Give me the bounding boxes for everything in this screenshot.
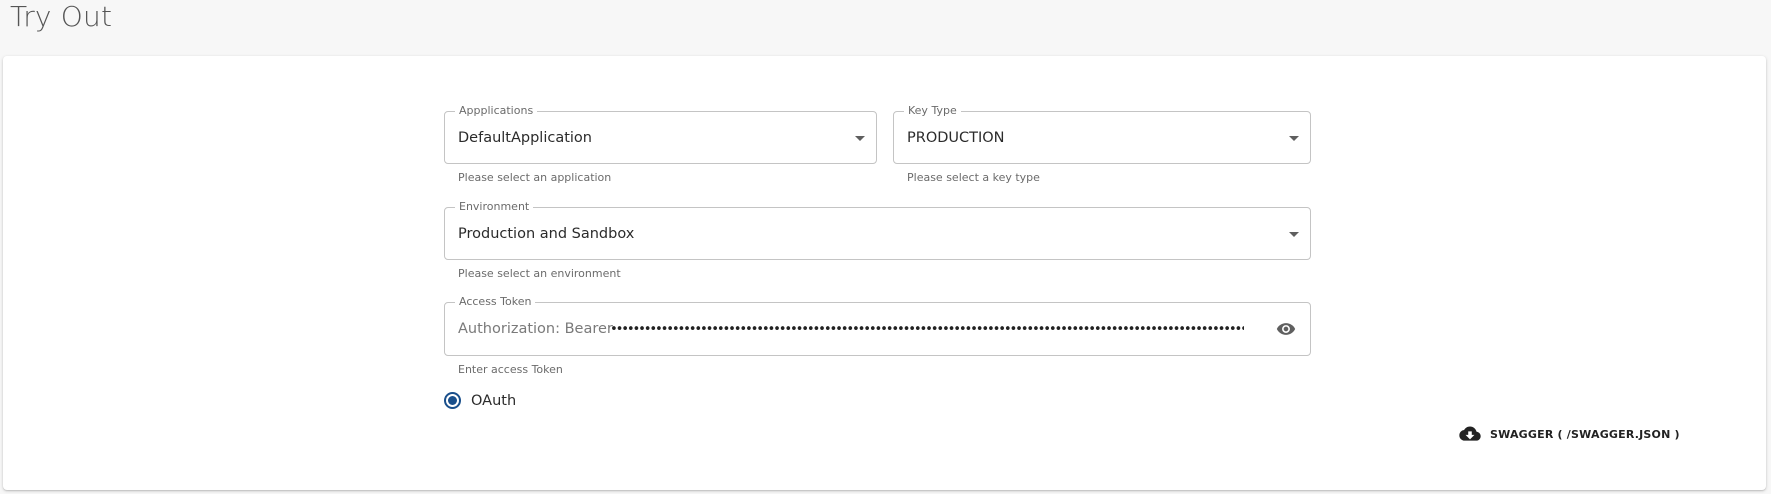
caret-down-icon[interactable]: [1289, 135, 1299, 141]
key-type-helper-text: Please select a key type: [907, 171, 1040, 184]
cloud-download-icon: [1459, 426, 1481, 442]
access-token-helper-text: Enter access Token: [458, 363, 563, 376]
eye-icon[interactable]: [1274, 319, 1298, 339]
swagger-download-button[interactable]: SWAGGER ( /SWAGGER.JSON ): [1459, 426, 1680, 442]
application-select[interactable]: Appplications DefaultApplication: [444, 104, 877, 164]
caret-down-icon[interactable]: [855, 135, 865, 141]
environment-select[interactable]: Environment Production and Sandbox: [444, 200, 1311, 260]
access-token-input[interactable]: ••••••••••••••••••••••••••••••••••••••••…: [610, 303, 1244, 355]
application-helper-text: Please select an application: [458, 171, 612, 184]
oauth-radio[interactable]: OAuth: [444, 392, 516, 409]
environment-select-value: Production and Sandbox: [458, 225, 635, 242]
page-title: Try Out: [10, 0, 113, 33]
oauth-radio-label: OAuth: [471, 392, 517, 409]
authorization-bearer-prefix: Authorization: Bearer: [458, 321, 613, 337]
radio-button-icon[interactable]: [444, 392, 461, 409]
access-token-field[interactable]: Access Token Authorization: Bearer •••••…: [444, 295, 1311, 356]
caret-down-icon[interactable]: [1289, 231, 1299, 237]
try-out-card: Appplications DefaultApplication Please …: [3, 56, 1766, 490]
environment-helper-text: Please select an environment: [458, 267, 621, 280]
radio-selected-dot: [448, 396, 457, 405]
application-select-value: DefaultApplication: [458, 129, 592, 146]
key-type-select[interactable]: Key Type PRODUCTION: [893, 104, 1311, 164]
key-type-select-value: PRODUCTION: [907, 129, 1005, 146]
swagger-download-label: SWAGGER ( /SWAGGER.JSON ): [1490, 427, 1680, 441]
